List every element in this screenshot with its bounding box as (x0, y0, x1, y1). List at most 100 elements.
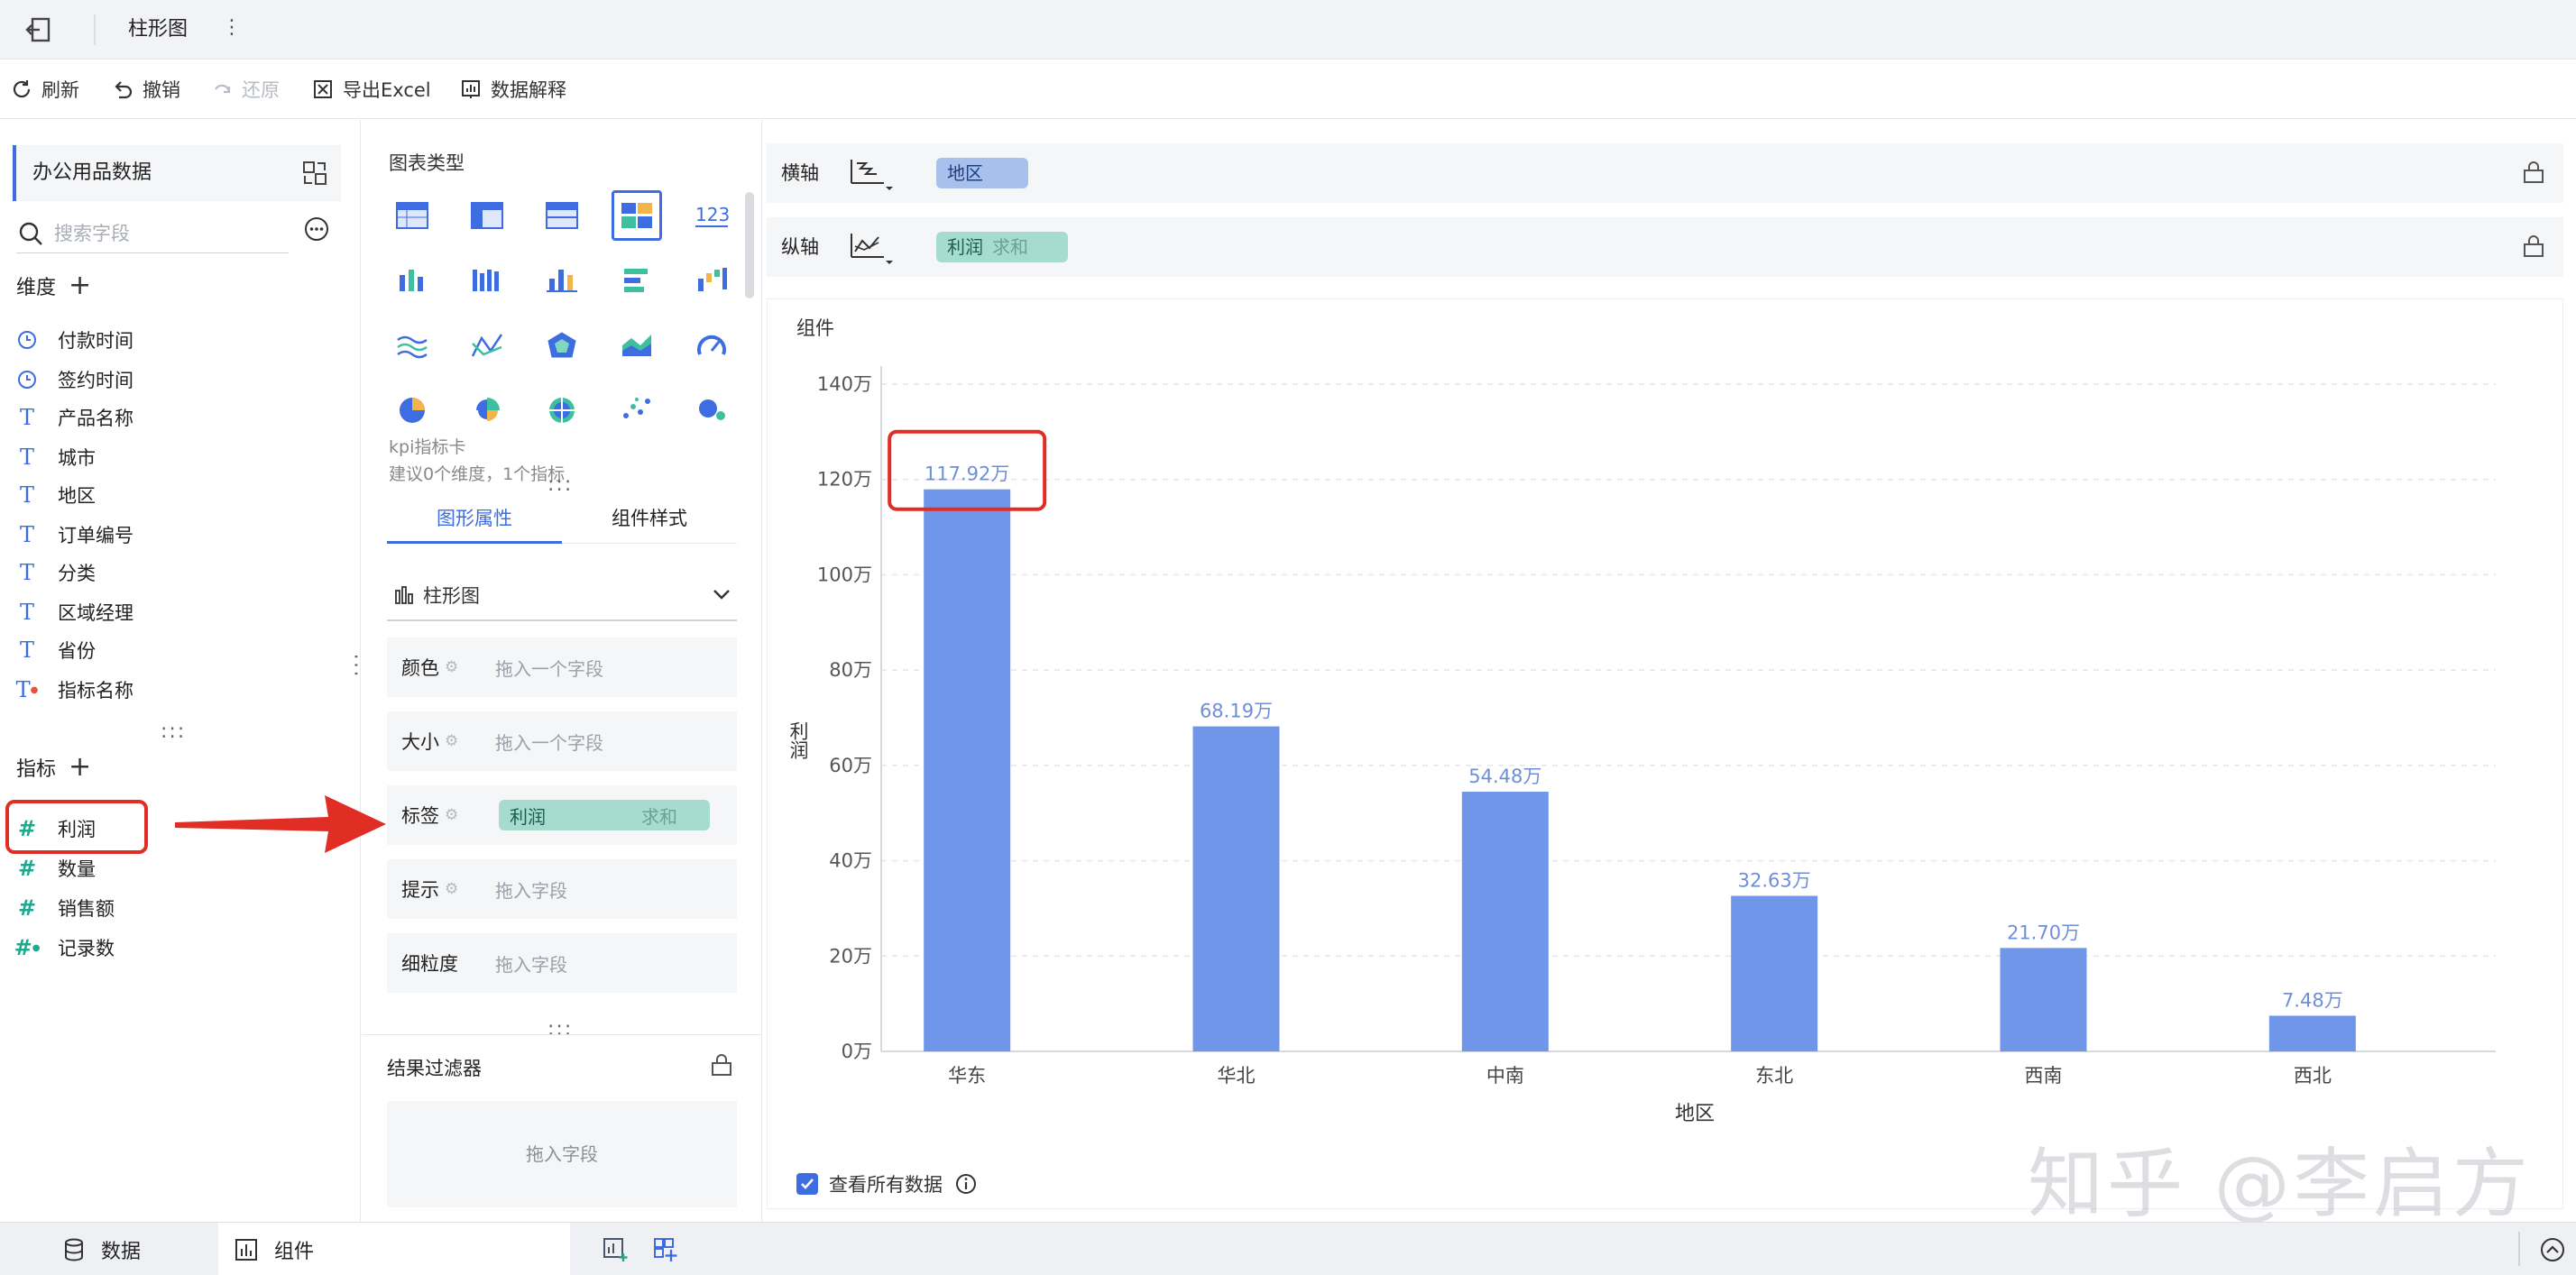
multi-bar-icon[interactable] (462, 255, 512, 306)
undo-button[interactable]: 撤销 (112, 74, 180, 105)
column-chart-icon[interactable] (537, 255, 587, 306)
section-resize-handle[interactable]: ::: (161, 720, 186, 743)
gear-icon[interactable]: ⚙ (445, 806, 458, 824)
label-property[interactable]: 标签 ⚙ 利润 求和 (387, 785, 737, 845)
stacked-bar-icon[interactable] (387, 255, 437, 306)
scatter-icon[interactable] (612, 383, 662, 434)
export-excel-button[interactable]: 导出Excel (312, 74, 431, 105)
info-icon[interactable] (955, 1173, 977, 1195)
label-property-label: 标签 (401, 805, 439, 827)
line-chart-icon[interactable] (462, 320, 512, 371)
dimension-label: 区域经理 (58, 602, 133, 624)
area-chart-icon[interactable] (612, 320, 662, 371)
size-property[interactable]: 大小 ⚙ 拖入一个字段 (387, 711, 737, 771)
measure-item[interactable]: # 数量 (16, 852, 96, 885)
label-field-pill[interactable]: 利润 求和 (499, 800, 710, 830)
tab-component-style[interactable]: 组件样式 (562, 493, 737, 544)
dimension-item[interactable]: 付款时间 (16, 324, 133, 356)
dimension-item[interactable]: T 省份 (16, 634, 96, 666)
tooltip-property[interactable]: 提示 ⚙ 拖入字段 (387, 859, 737, 919)
tab-component[interactable]: 组件 (218, 1223, 570, 1275)
tooltip-drop-placeholder: 拖入字段 (495, 879, 567, 902)
y-axis-label: 纵轴 (781, 236, 819, 258)
gear-icon[interactable]: ⚙ (445, 880, 458, 898)
measure-item[interactable]: # 销售额 (16, 892, 115, 924)
selected-chart-hint: 建议0个维度，1个指标 (389, 464, 566, 484)
switch-dataset-icon[interactable] (301, 160, 328, 187)
granularity-property-label: 细粒度 (401, 953, 458, 975)
radar-chart-icon[interactable] (537, 320, 587, 371)
redo-icon (215, 84, 231, 94)
x-axis-settings-icon[interactable] (2522, 161, 2545, 185)
cross-table-icon[interactable] (537, 190, 587, 241)
measure-label: 数量 (58, 858, 96, 880)
dimension-label: 付款时间 (58, 330, 133, 352)
gear-icon[interactable]: ⚙ (445, 732, 458, 750)
x-axis-field-pill[interactable]: 地区 (936, 158, 1028, 188)
measure-label: 销售额 (58, 898, 115, 920)
filter-resize-handle[interactable]: ::: (547, 1018, 573, 1041)
kpi-card-icon[interactable] (612, 190, 662, 241)
dimension-item[interactable]: 签约时间 (16, 363, 133, 396)
exit-icon[interactable] (23, 14, 56, 45)
horizontal-bar-icon[interactable] (612, 255, 662, 306)
dimension-item[interactable]: T 城市 (16, 441, 96, 473)
dimension-item[interactable]: T 分类 (16, 556, 96, 589)
add-dimension-icon[interactable]: + (69, 272, 91, 299)
chevron-down-icon (713, 590, 730, 600)
x-axis-row[interactable]: 横轴 地区 (767, 143, 2563, 203)
gauge-icon[interactable] (686, 320, 737, 371)
show-all-data-checkbox[interactable]: 查看所有数据 (796, 1170, 977, 1197)
y-axis-settings-icon[interactable] (2522, 235, 2545, 259)
clock-icon (16, 330, 38, 350)
more-options-icon[interactable] (303, 216, 330, 243)
dimension-item[interactable]: T 订单编号 (16, 518, 133, 551)
sunburst-icon[interactable] (537, 383, 587, 434)
result-filter-dropzone[interactable]: 拖入字段 (387, 1101, 737, 1207)
area-wave-icon[interactable] (387, 320, 437, 371)
data-label: 54.48万 (1468, 766, 1541, 787)
rose-chart-icon[interactable] (462, 383, 512, 434)
add-dashboard-icon[interactable] (653, 1237, 678, 1262)
waterfall-icon[interactable] (686, 255, 737, 306)
data-explain-button[interactable]: 数据解释 (460, 74, 566, 105)
dimension-item[interactable]: T ● 指标名称 (16, 674, 133, 706)
measure-title: 指标 (16, 758, 57, 781)
search-input[interactable] (54, 217, 280, 250)
measure-section-title: 指标 + (16, 753, 91, 782)
redo-button[interactable]: 还原 (211, 74, 280, 105)
y-axis-sort-icon[interactable] (848, 230, 898, 266)
dimension-item[interactable]: T 地区 (16, 479, 96, 511)
dataset-selector[interactable]: 办公用品数据 (13, 145, 341, 201)
number-card-icon[interactable]: 123 (686, 190, 737, 241)
gear-icon[interactable]: ⚙ (445, 658, 458, 676)
y-axis-field-pill[interactable]: 利润 求和 (936, 232, 1068, 262)
y-axis-field-agg: 求和 (992, 236, 1028, 258)
number-type-icon: # ● (14, 935, 41, 960)
add-component-icon[interactable] (603, 1237, 628, 1262)
x-tick-label: 西南 (2025, 1065, 2063, 1087)
more-menu-icon[interactable]: ⋮ (222, 13, 242, 43)
chart-type-scrollbar[interactable] (745, 192, 754, 298)
x-axis-sort-icon[interactable] (848, 156, 898, 192)
y-axis-row[interactable]: 纵轴 利润 求和 (767, 217, 2563, 277)
add-measure-icon[interactable]: + (69, 754, 91, 781)
filter-settings-icon[interactable] (710, 1054, 733, 1078)
highlight-box-profit-field (5, 800, 148, 854)
bubble-icon[interactable] (686, 383, 737, 434)
measure-item[interactable]: # ● 记录数 (14, 931, 115, 964)
dimension-item[interactable]: T 产品名称 (16, 401, 133, 434)
color-property[interactable]: 颜色 ⚙ 拖入一个字段 (387, 638, 737, 697)
field-panel: 办公用品数据 维度 + 付款时间 签约时间 T 产品名称 (0, 120, 361, 1222)
tab-graph-properties[interactable]: 图形属性 (387, 493, 562, 544)
pie-chart-icon[interactable] (387, 383, 437, 434)
checkbox-checked-icon[interactable] (796, 1173, 818, 1195)
chart-type-select[interactable]: 柱形图 (387, 571, 737, 621)
granularity-property[interactable]: 细粒度 拖入字段 (387, 933, 737, 993)
collapse-up-icon[interactable] (2540, 1237, 2565, 1262)
refresh-button[interactable]: 刷新 (11, 74, 79, 105)
table-chart-icon[interactable] (387, 190, 437, 241)
grouped-table-icon[interactable] (462, 190, 512, 241)
dimension-item[interactable]: T 区域经理 (16, 596, 133, 628)
tab-data[interactable]: 数据 (63, 1223, 216, 1275)
